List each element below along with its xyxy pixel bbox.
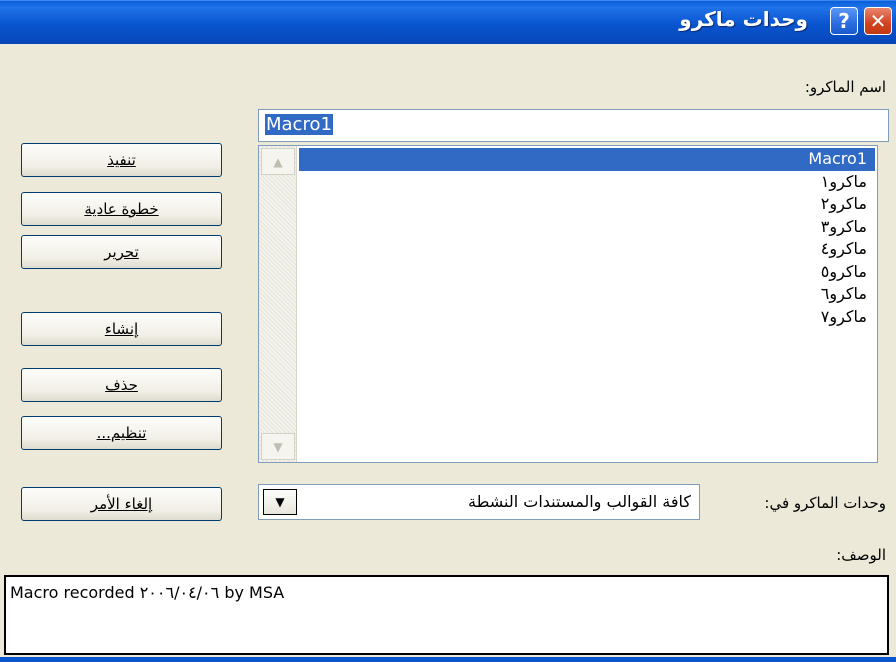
- macro-list-items: Macro1 ماكرو١ ماكرو٢ ماكرو٣ ماكرو٤ ماكرو…: [299, 148, 875, 328]
- delete-button[interactable]: حذف: [21, 368, 222, 402]
- help-icon: ?: [838, 9, 850, 33]
- macro-list-scrollbar[interactable]: ▲ ▼: [259, 146, 297, 462]
- macros-in-value: كافة القوالب والمستندات النشطة: [468, 492, 691, 511]
- list-item[interactable]: ماكرو٧: [299, 306, 875, 329]
- close-icon: ✕: [869, 9, 887, 33]
- description-label: الوصف:: [836, 546, 886, 564]
- help-button[interactable]: ?: [830, 7, 858, 35]
- macro-name-input[interactable]: Macro1: [258, 109, 889, 142]
- macro-name-value: Macro1: [265, 114, 333, 135]
- title-bar: وحدات ماكرو ? ✕: [0, 0, 896, 44]
- run-button[interactable]: تنفيذ: [21, 143, 222, 177]
- window-title: وحدات ماكرو: [679, 7, 808, 31]
- list-item[interactable]: ماكرو٦: [299, 283, 875, 306]
- macros-in-select[interactable]: ▼ كافة القوالب والمستندات النشطة: [258, 484, 700, 520]
- list-item[interactable]: ماكرو٢: [299, 193, 875, 216]
- step-into-button[interactable]: خطوة عادية: [21, 192, 222, 226]
- description-field[interactable]: Macro recorded ٢٠٠٦/٠٤/٠٦ by MSA: [4, 575, 889, 655]
- list-item[interactable]: ماكرو٤: [299, 238, 875, 261]
- scroll-down-icon[interactable]: ▼: [261, 433, 295, 460]
- scroll-up-icon[interactable]: ▲: [261, 148, 295, 175]
- macro-list[interactable]: ▲ ▼ Macro1 ماكرو١ ماكرو٢ ماكرو٣ ماكرو٤ م…: [258, 145, 878, 463]
- list-item[interactable]: ماكرو١: [299, 171, 875, 194]
- macro-name-label: اسم الماكرو:: [804, 78, 886, 96]
- window-bottom-border: [0, 657, 896, 662]
- organize-button[interactable]: تنظيم...: [21, 416, 222, 450]
- list-item[interactable]: Macro1: [299, 148, 875, 171]
- close-button[interactable]: ✕: [864, 7, 892, 35]
- macros-in-label: وحدات الماكرو في:: [764, 494, 886, 512]
- create-button[interactable]: إنشاء: [21, 312, 222, 346]
- description-text: Macro recorded ٢٠٠٦/٠٤/٠٦ by MSA: [10, 583, 285, 602]
- chevron-down-icon[interactable]: ▼: [263, 489, 297, 515]
- list-item[interactable]: ماكرو٣: [299, 216, 875, 239]
- cancel-button[interactable]: إلغاء الأمر: [21, 487, 222, 521]
- edit-button[interactable]: تحرير: [21, 235, 222, 269]
- list-item[interactable]: ماكرو٥: [299, 261, 875, 284]
